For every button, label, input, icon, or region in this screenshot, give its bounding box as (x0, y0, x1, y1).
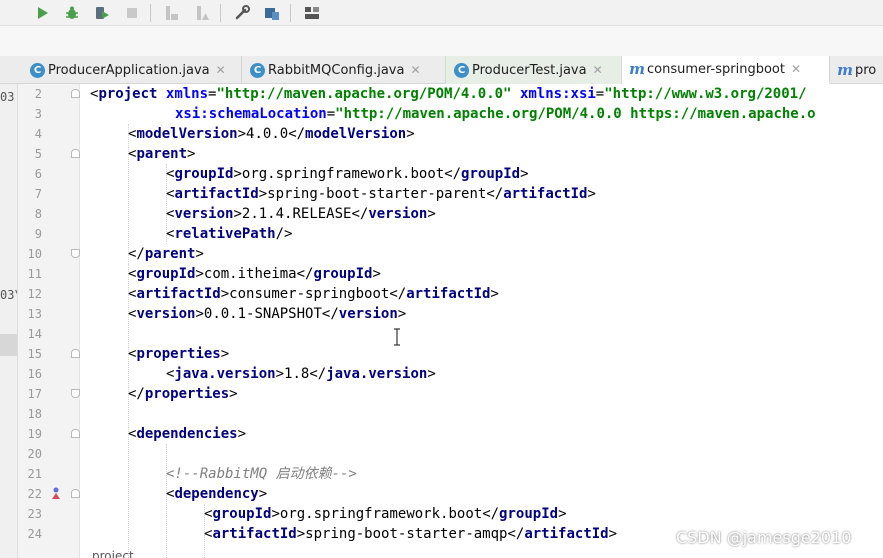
debug-icon[interactable] (62, 3, 82, 23)
code-line: <version>2.1.4.RELEASE</version> (166, 206, 436, 222)
stop-icon[interactable] (122, 3, 142, 23)
tab-producer-test[interactable]: C ProducerTest.java ✕ (446, 56, 622, 84)
line-number: 15 (27, 347, 42, 361)
line-number: 8 (34, 207, 42, 221)
code-line: <artifactId>spring-boot-starter-parent</… (166, 186, 596, 202)
code-line: <groupId>org.springframework.boot</group… (204, 506, 567, 522)
code-editor[interactable]: <project xmlns="http://maven.apache.org/… (90, 84, 883, 558)
fold-marker[interactable] (71, 389, 80, 398)
line-number: 21 (27, 467, 42, 481)
run-icon[interactable] (32, 3, 52, 23)
tab-label: ProducerApplication.java (48, 62, 210, 78)
code-line: xsi:schemaLocation="http://maven.apache.… (175, 106, 816, 122)
line-number: 23 (27, 507, 42, 521)
code-line: <dependency> (166, 486, 268, 502)
strip-text: 03\ (0, 288, 17, 302)
project-panel-edge: 03 03\ (0, 84, 18, 558)
fold-marker[interactable] (71, 429, 80, 438)
line-number: 3 (34, 107, 42, 121)
code-line: <project xmlns="http://maven.apache.org/… (90, 86, 807, 102)
fold-marker[interactable] (71, 149, 80, 158)
line-number: 20 (27, 447, 42, 461)
code-line: </properties> (128, 386, 238, 402)
text-cursor-icon (393, 328, 401, 346)
strip-selection (0, 334, 17, 356)
line-number: 24 (27, 527, 42, 541)
code-line: <dependencies> (128, 426, 247, 442)
line-number: 17 (27, 387, 42, 401)
code-line: <java.version>1.8</java.version> (166, 366, 436, 382)
line-number: 9 (34, 227, 42, 241)
line-number: 5 (34, 147, 42, 161)
line-number: 16 (27, 367, 42, 381)
java-class-icon: C (250, 62, 265, 78)
maven-icon: m (837, 61, 853, 79)
coverage-icon[interactable] (92, 3, 112, 23)
fold-marker[interactable] (71, 89, 80, 98)
editor-tab-bar: C ProducerApplication.java ✕ C RabbitMQC… (0, 56, 883, 84)
line-number: 12 (27, 287, 42, 301)
project-structure-icon[interactable] (262, 3, 282, 23)
code-line: <artifactId>spring-boot-starter-amqp</ar… (204, 526, 618, 542)
close-icon[interactable]: ✕ (216, 63, 226, 77)
tab-label: ProducerTest.java (472, 62, 587, 78)
toolbar-gap (0, 26, 883, 56)
strip-text: 03 (0, 90, 15, 104)
line-number: 13 (27, 307, 42, 321)
line-number: 14 (27, 327, 42, 341)
fold-marker[interactable] (71, 349, 80, 358)
line-number: 6 (34, 167, 42, 181)
maven-dependency-icon[interactable] (49, 487, 63, 501)
breadcrumb[interactable]: project (92, 549, 134, 558)
tab-label: consumer-springboot (647, 61, 785, 77)
line-number: 4 (34, 127, 42, 141)
code-line: <relativePath/> (166, 226, 293, 242)
code-line: <modelVersion>4.0.0</modelVersion> (128, 126, 415, 142)
tab-consumer-springboot[interactable]: m consumer-springboot ✕ (622, 56, 830, 84)
code-line: <version>0.0.1-SNAPSHOT</version> (128, 306, 407, 322)
build-project-icon[interactable] (192, 3, 212, 23)
java-class-icon: C (454, 62, 469, 78)
code-line: </parent> (128, 246, 204, 262)
close-icon[interactable]: ✕ (791, 62, 801, 76)
code-line: <groupId>com.itheima</groupId> (128, 266, 381, 282)
code-line: <parent> (128, 146, 196, 162)
main-toolbar (0, 0, 883, 26)
tab-label: RabbitMQConfig.java (268, 62, 405, 78)
line-number: 11 (27, 267, 42, 281)
line-number: 10 (27, 247, 42, 261)
line-number: 7 (34, 187, 42, 201)
line-number: 18 (27, 407, 42, 421)
tab-pro[interactable]: m pro (830, 56, 883, 84)
build-icon[interactable] (162, 3, 182, 23)
line-number: 22 (27, 487, 42, 501)
fold-marker[interactable] (71, 249, 80, 258)
java-class-icon: C (30, 62, 45, 78)
code-line: <groupId>org.springframework.boot</group… (166, 166, 529, 182)
code-line: <artifactId>consumer-springboot</artifac… (128, 286, 499, 302)
maven-icon: m (629, 60, 645, 78)
layout-icon[interactable] (302, 3, 322, 23)
watermark: CSDN @jamesge2010 (676, 528, 852, 547)
tab-rabbitmq-config[interactable]: C RabbitMQConfig.java ✕ (242, 56, 446, 84)
tab-producer-application[interactable]: C ProducerApplication.java ✕ (22, 56, 242, 84)
wrench-icon[interactable] (232, 3, 252, 23)
line-number-gutter: 2 3 4 5 6 7 8 9 10 11 12 13 14 15 16 17 … (18, 84, 80, 558)
tab-label: pro (855, 62, 877, 78)
close-icon[interactable]: ✕ (593, 63, 603, 77)
line-number: 19 (27, 427, 42, 441)
close-icon[interactable]: ✕ (410, 63, 420, 77)
code-line: <properties> (128, 346, 230, 362)
fold-marker[interactable] (71, 489, 80, 498)
code-comment: <!--RabbitMQ 启动依赖--> (166, 466, 357, 482)
line-number: 2 (34, 87, 42, 101)
